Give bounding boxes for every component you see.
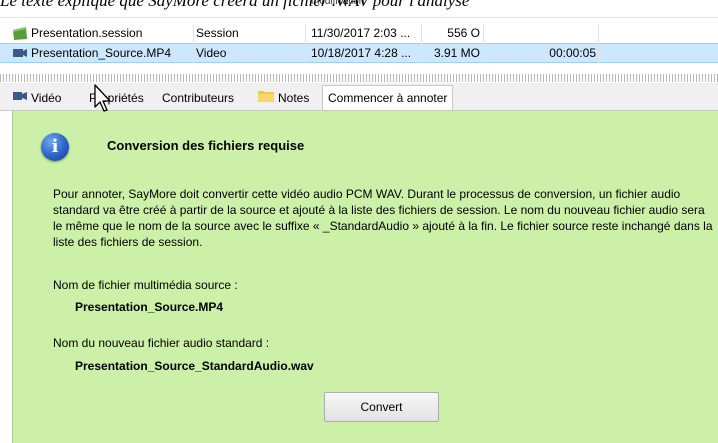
column-separator	[421, 24, 422, 63]
file-size: 3.91 MO	[433, 46, 480, 60]
file-date: 10/18/2017 4:28 ...	[311, 46, 412, 60]
column-separator	[305, 24, 306, 63]
tab-label: Notes	[278, 91, 310, 105]
file-name: Presentation_Source.MP4	[31, 46, 172, 60]
tab-label: Commencer à annoter	[328, 91, 448, 105]
conversion-panel: i Conversion des fichiers requise Pour a…	[12, 111, 718, 443]
column-separator	[193, 24, 194, 63]
mouse-cursor-icon	[93, 83, 113, 113]
panel-title: Conversion des fichiers requise	[107, 138, 305, 153]
new-audio-file-label: Nom du nouveau fichier audio standard :	[53, 336, 270, 350]
convert-button[interactable]: Convert	[324, 392, 439, 422]
video-icon	[13, 88, 27, 109]
folder-icon	[258, 88, 274, 109]
header-divider	[0, 17, 718, 18]
tab-label: Vidéo	[31, 91, 62, 105]
file-row-video-selected[interactable]: Presentation_Source.MP4 Video 10/18/2017…	[0, 43, 718, 63]
file-date: 11/30/2017 2:03 ...	[311, 26, 411, 40]
splitter-handle[interactable]	[0, 74, 718, 82]
source-file-label: Nom de fichier multimédia source :	[53, 278, 238, 292]
column-separator	[598, 24, 599, 63]
file-name: Presentation.session	[31, 26, 143, 40]
file-row-session[interactable]: Presentation.session Session 11/30/2017 …	[0, 24, 718, 43]
session-icon	[12, 24, 28, 43]
tab-commencer-a-annoter[interactable]: Commencer à annoter	[322, 85, 454, 110]
file-size: 556 O	[447, 26, 480, 40]
tab-notes[interactable]: Notes	[253, 88, 314, 109]
file-duration: 00:00:05	[549, 46, 596, 60]
document-caption: Le texte explique que SayMore créera un …	[0, 0, 470, 10]
tab-label: Contributeurs	[162, 91, 235, 105]
tab-video[interactable]: Vidéo	[8, 88, 66, 109]
panel-description: Pour annoter, SayMore doit convertir cet…	[53, 187, 713, 249]
column-separator	[483, 24, 484, 63]
file-type: Video	[196, 46, 227, 60]
info-icon: i	[41, 133, 69, 161]
file-type: Session	[196, 26, 239, 40]
video-file-icon	[12, 44, 28, 63]
source-file-name: Presentation_Source.MP4	[75, 300, 224, 314]
tab-contributeurs[interactable]: Contributeurs	[157, 88, 239, 109]
new-audio-file-name: Presentation_Source_StandardAudio.wav	[75, 359, 314, 373]
